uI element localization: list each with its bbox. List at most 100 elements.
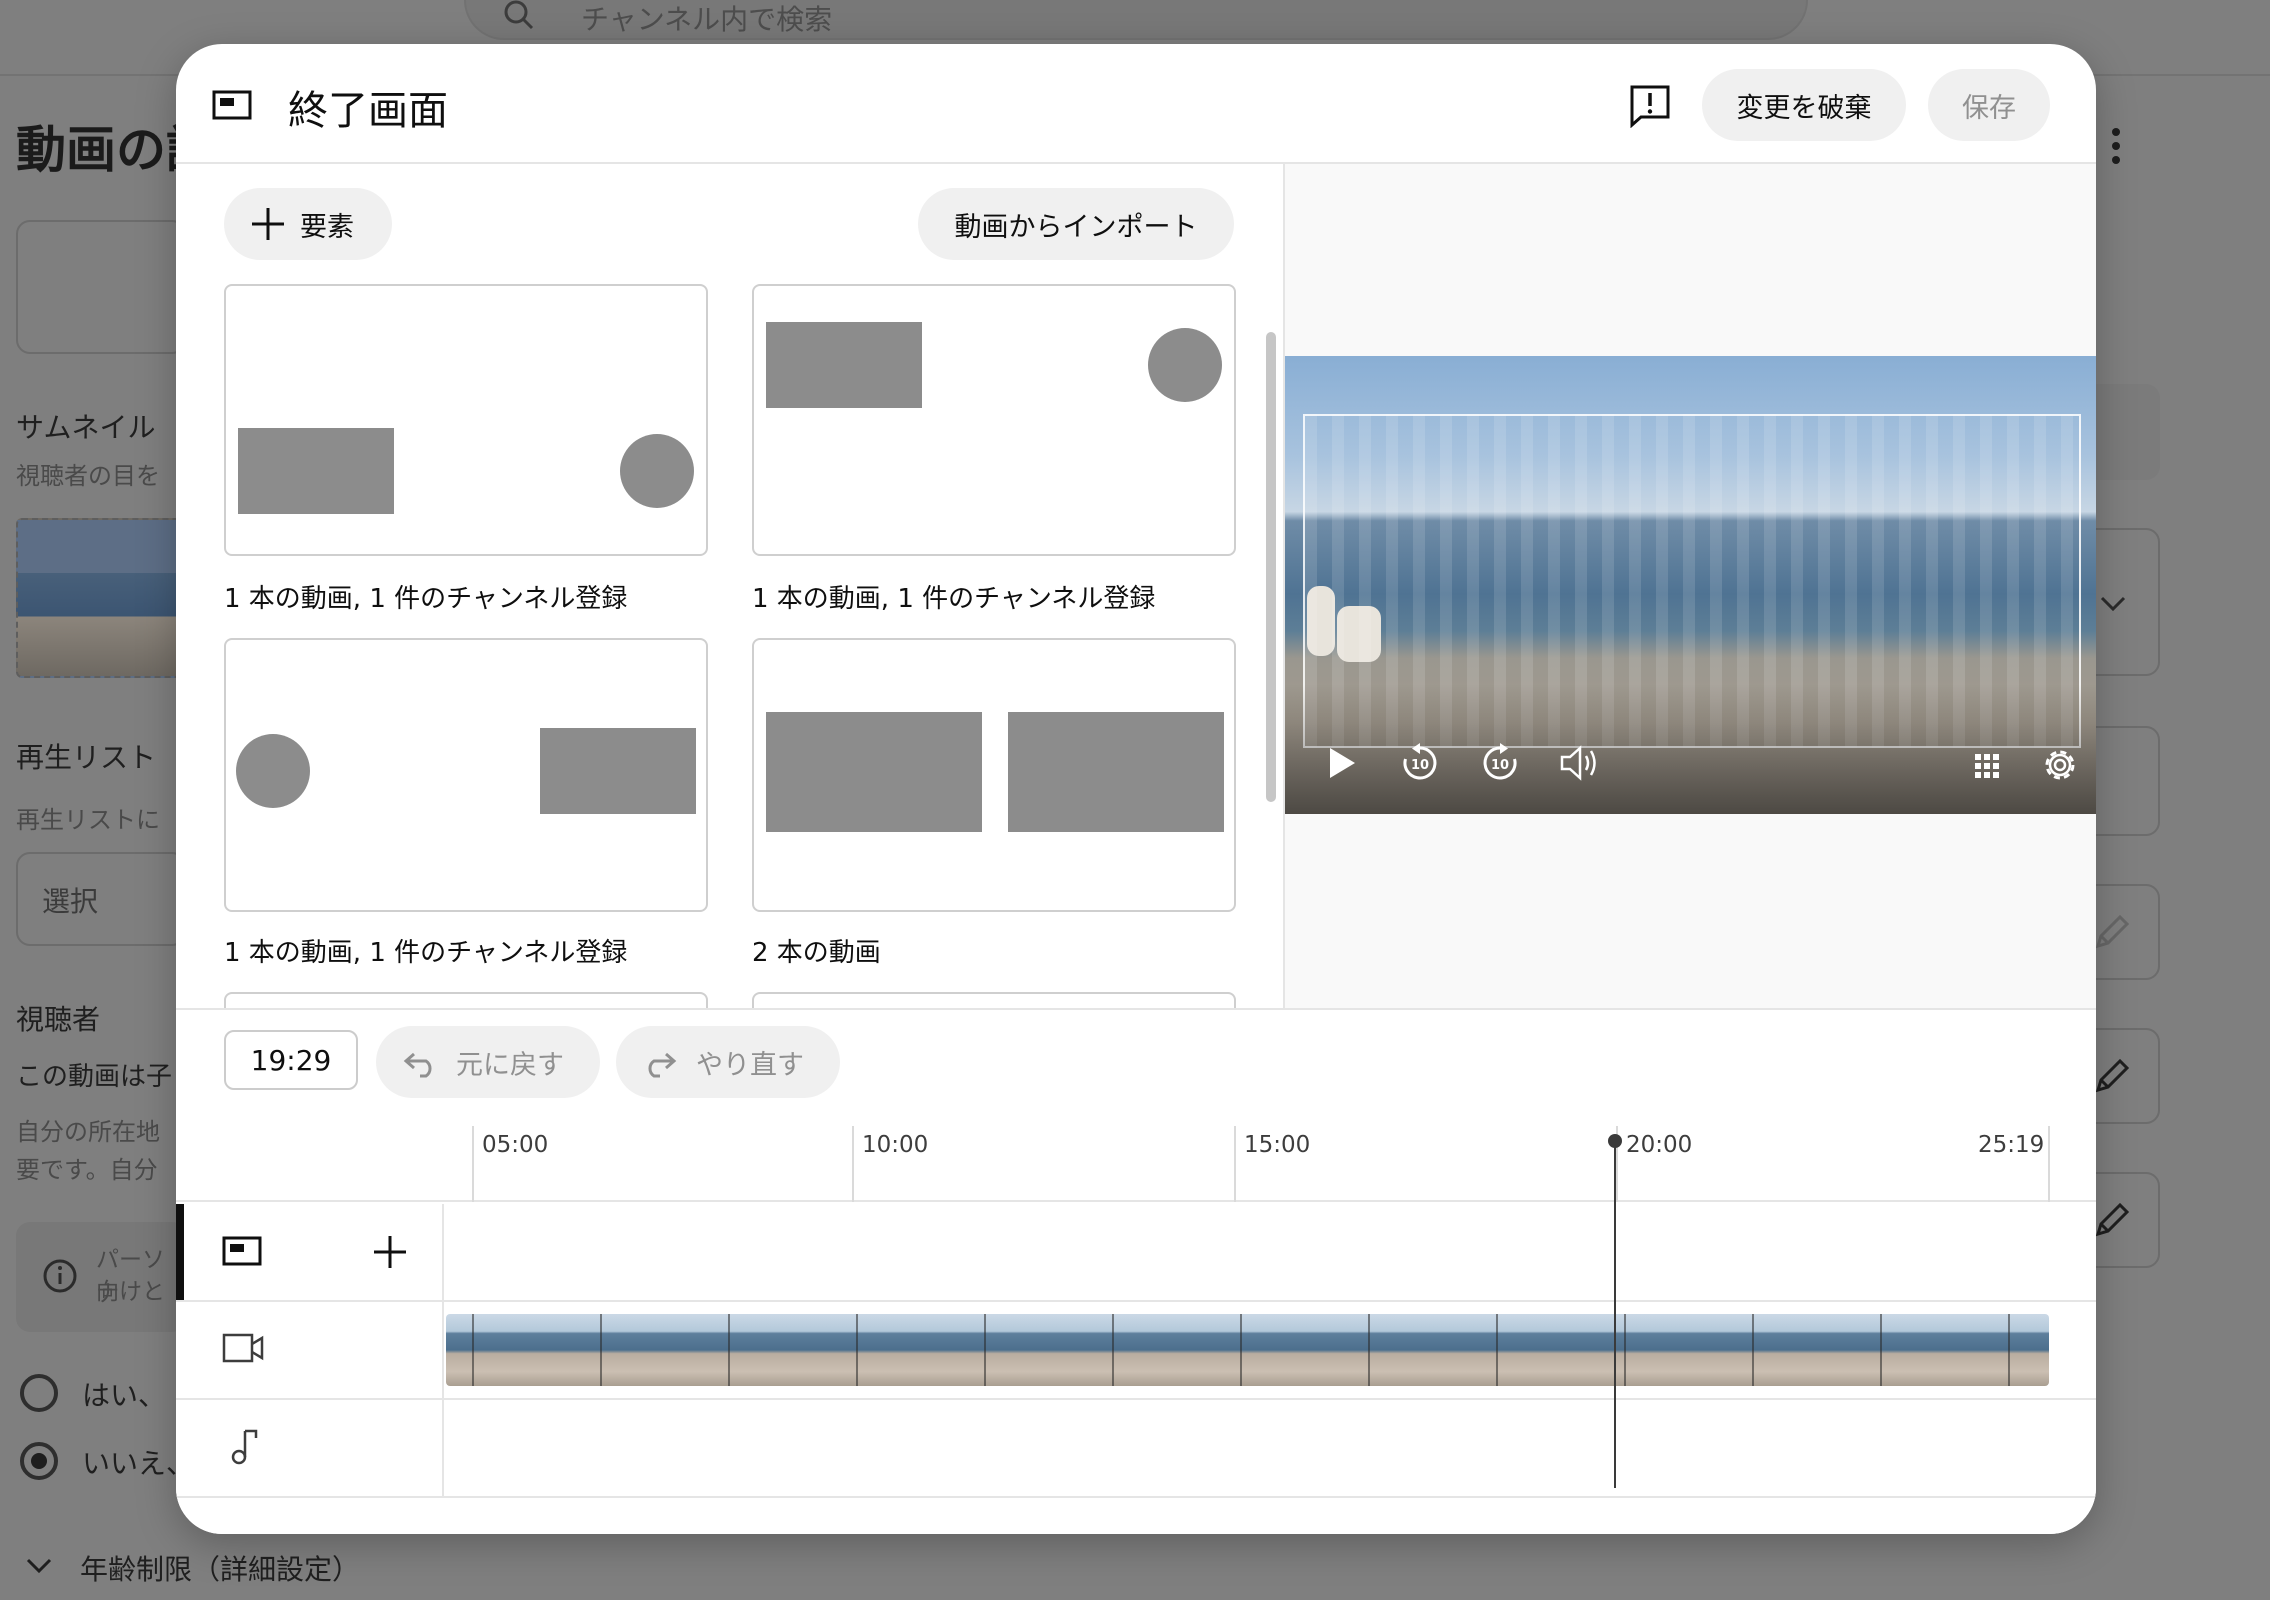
frame-divider [1624,1314,1626,1386]
end-screen-icon [212,90,252,120]
svg-text:10: 10 [1491,758,1509,773]
plus-icon[interactable] [372,1234,408,1270]
svg-text:10: 10 [1411,758,1429,773]
description-field[interactable] [16,220,186,354]
end-screen-track-header [176,1204,444,1300]
video-placeholder [238,428,394,514]
save-button[interactable]: 保存 [1928,69,2050,141]
frame-divider [856,1314,858,1386]
discard-changes-button[interactable]: 変更を破棄 [1702,69,1906,141]
video-filmstrip[interactable] [446,1314,2049,1386]
template-card[interactable] [752,992,1236,1008]
grid-icon[interactable] [1973,752,2001,780]
undo-button[interactable]: 元に戻す [376,1026,600,1098]
tick-mark [1234,1126,1236,1202]
frame-divider [472,1314,474,1386]
chevron-down-icon [2100,596,2126,612]
redo-icon [648,1052,677,1078]
template-label: 1 本の動画, 1 件のチャンネル登録 [224,938,628,968]
plus-icon [252,208,284,240]
template-scrollbar[interactable] [1266,332,1276,802]
audience-subtext-1: 自分の所在地 [16,1118,160,1146]
age-restriction-toggle[interactable]: 年齢制限（詳細設定） [80,1548,360,1588]
video-placeholder [766,712,982,832]
info-text-2: 向けと [96,1279,165,1305]
radio-yes[interactable] [20,1374,58,1412]
video-track-header [176,1302,444,1398]
forward-10-icon[interactable]: 10 [1479,742,1521,784]
template-label: 2 本の動画 [752,938,881,968]
pencil-icon [2095,1058,2130,1093]
volume-icon[interactable] [1559,744,1601,782]
thumbnail-heading: サムネイル [16,411,156,444]
search-placeholder: チャンネル内で検索 [581,3,833,36]
audience-question: この動画は子 [16,1062,173,1092]
audio-track [176,1400,2096,1498]
frame-divider [1112,1314,1114,1386]
feedback-icon[interactable] [1629,84,1671,128]
playlist-subtext: 再生リストに [16,806,160,834]
subscribe-placeholder [1148,328,1222,402]
tick-label: 10:00 [862,1132,929,1158]
video-camera-icon [222,1333,264,1363]
tick-label: 20:00 [1626,1132,1693,1158]
thumbnail-image[interactable] [16,518,186,678]
frame-divider [1752,1314,1754,1386]
template-card[interactable] [224,992,708,1008]
audience-heading: 視聴者 [16,1003,101,1036]
play-icon[interactable] [1327,746,1357,780]
frame-divider [1368,1314,1370,1386]
pencil-icon [2095,914,2130,949]
dialog-header: 終了画面 変更を破棄 保存 [176,44,2096,164]
frame-divider [1880,1314,1882,1386]
undo-icon [403,1052,432,1078]
frame-divider [1496,1314,1498,1386]
subscribe-placeholder [236,734,310,808]
chevron-down-icon[interactable] [26,1558,52,1574]
video-track [176,1302,2096,1400]
end-screen-icon [222,1236,262,1266]
rewind-10-icon[interactable]: 10 [1399,742,1441,784]
video-preview[interactable]: 10 10 [1285,356,2096,814]
template-card[interactable] [752,284,1236,556]
template-card[interactable] [752,638,1236,912]
template-card[interactable] [224,284,708,556]
template-label: 1 本の動画, 1 件のチャンネル登録 [752,584,1156,614]
add-element-label: 要素 [300,211,354,243]
music-note-icon [231,1429,258,1465]
channel-search-box[interactable]: チャンネル内で検索 [464,0,1808,40]
frame-divider [984,1314,986,1386]
radio-no[interactable] [20,1442,58,1480]
more-options-icon[interactable] [2112,128,2122,170]
video-placeholder [1008,712,1224,832]
redo-label: やり直す [696,1049,804,1081]
template-panel: 要素 動画からインポート 1 本の動画, 1 件のチャンネル登録 1 本の動画,… [176,164,1282,1008]
tick-label: 05:00 [482,1132,549,1158]
subscribe-placeholder [620,434,694,508]
tick-label: 25:19 [1978,1132,2045,1158]
playhead[interactable] [1608,1134,1622,1488]
radio-yes-label: はい、 [82,1379,167,1412]
redo-button[interactable]: やり直す [616,1026,840,1098]
tick-mark [472,1126,474,1202]
gear-icon[interactable] [2039,744,2081,786]
dialog-title: 終了画面 [288,88,448,134]
preview-panel: 10 10 [1283,164,2096,1008]
tick-mark [2048,1126,2050,1202]
template-card[interactable] [224,638,708,912]
add-element-button[interactable]: 要素 [224,188,392,260]
frame-divider [2008,1314,2010,1386]
current-time-field[interactable]: 19:29 [224,1030,358,1090]
end-screen-dialog: 終了画面 変更を破棄 保存 要素 動画からインポート 1 本の動画, 1 件のチ… [176,44,2096,1534]
import-from-video-button[interactable]: 動画からインポート [918,188,1234,260]
pencil-icon [2095,1202,2130,1237]
template-label: 1 本の動画, 1 件のチャンネル登録 [224,584,628,614]
tick-mark [852,1126,854,1202]
timeline-section: 19:29 元に戻す やり直す 05:00 10:00 15:00 20:00 … [176,1008,2096,1534]
timeline-ruler[interactable]: 05:00 10:00 15:00 20:00 25:19 [176,1118,2096,1202]
info-icon [43,1259,77,1293]
video-placeholder [540,728,696,814]
undo-label: 元に戻す [456,1049,564,1081]
frame-divider [1240,1314,1242,1386]
playlist-select[interactable]: 選択 [16,852,186,946]
